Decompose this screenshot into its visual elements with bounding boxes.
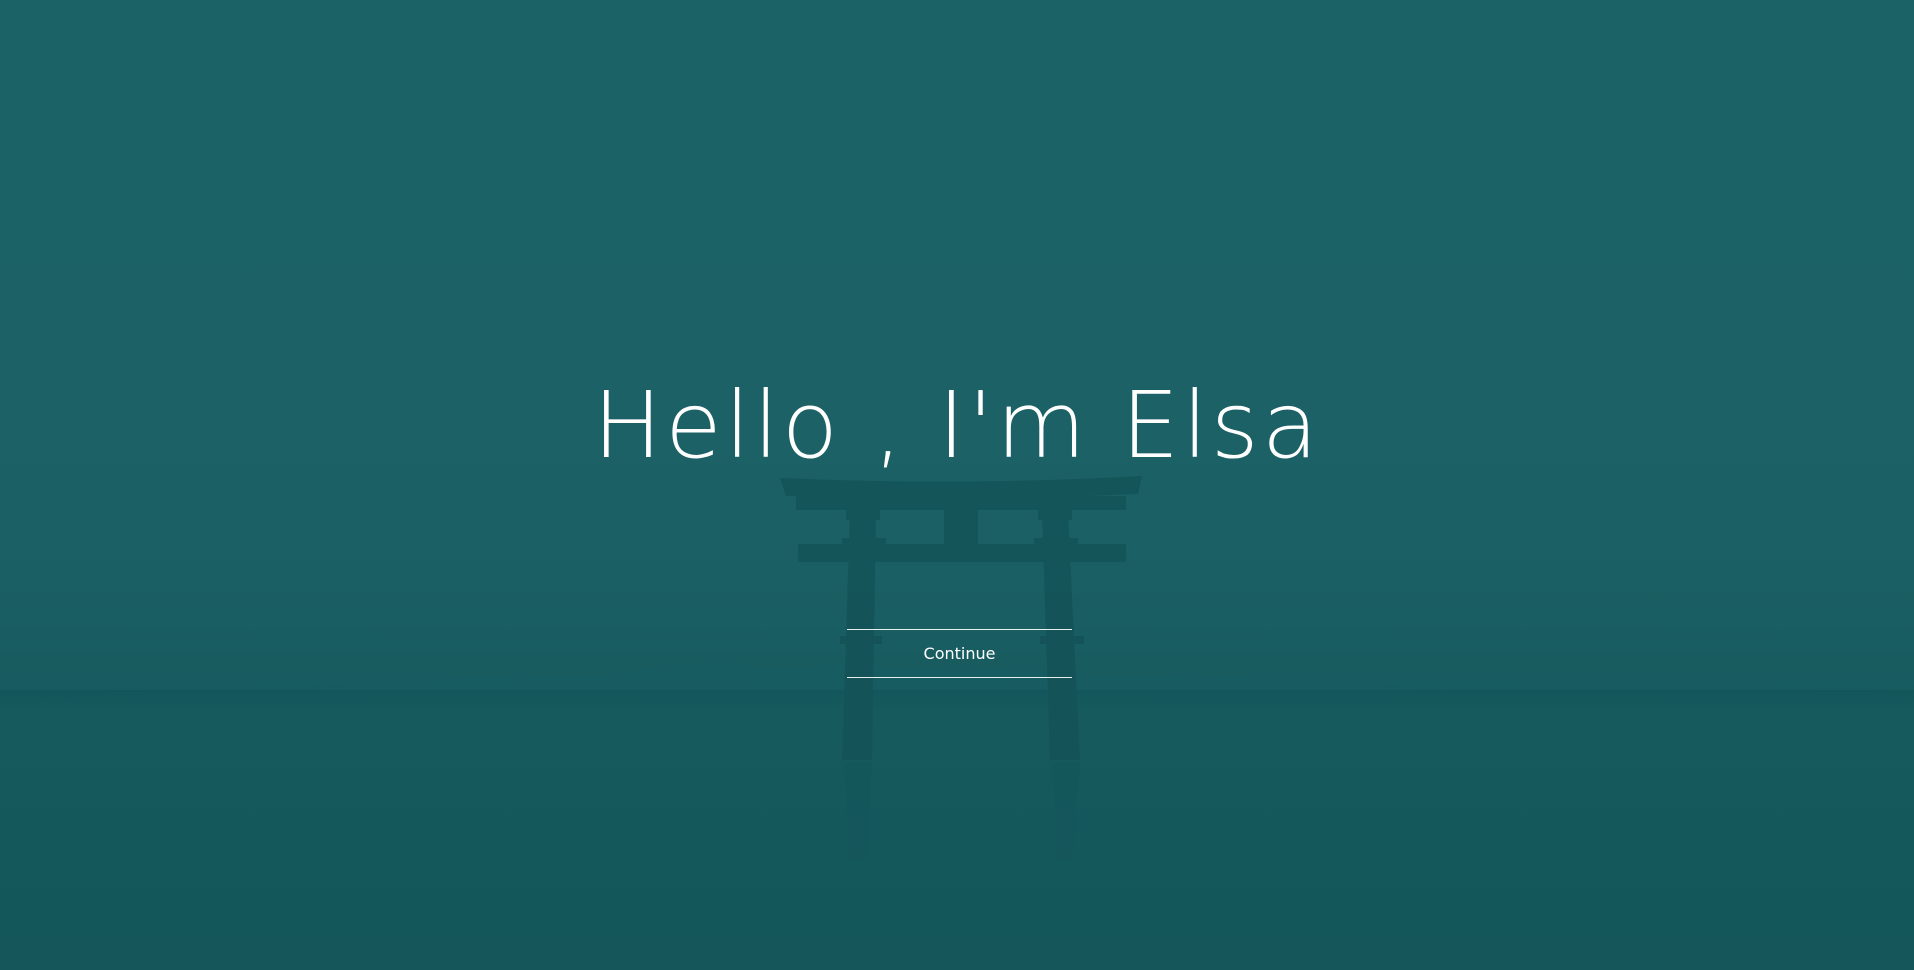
hero-section: Hello , I'm Elsa Continue xyxy=(0,0,1914,970)
torii-gate-icon xyxy=(780,476,1142,860)
continue-button[interactable]: Continue xyxy=(847,629,1072,678)
hero-headline: Hello , I'm Elsa xyxy=(592,372,1322,479)
